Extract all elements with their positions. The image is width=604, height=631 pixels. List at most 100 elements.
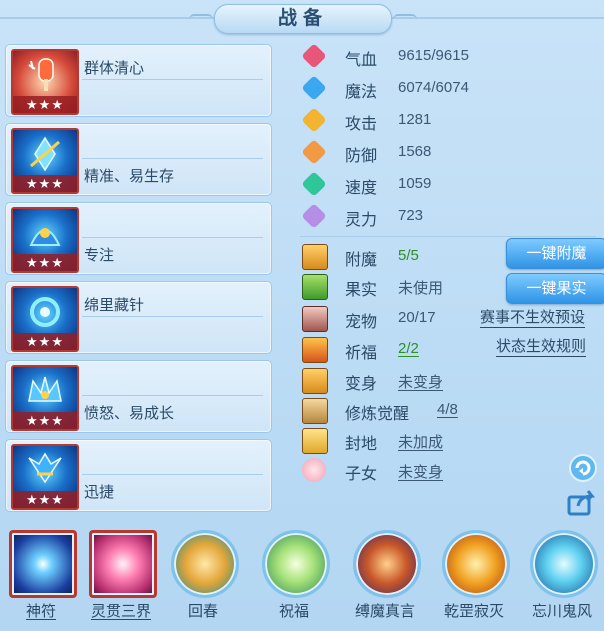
skill-label: 专注 <box>84 247 115 264</box>
card-divider <box>82 395 263 396</box>
stat-row-attack: 攻击 1281 <box>300 106 600 134</box>
skill-card-2[interactable]: ★★★ 精准、易生存 <box>5 123 272 196</box>
pet-icon <box>302 306 328 332</box>
stat-name: 灵力 <box>345 212 378 229</box>
card-divider <box>82 237 263 238</box>
extra-value: 未使用 <box>398 280 444 297</box>
droplet-icon <box>301 75 327 101</box>
annihilate-icon <box>442 530 510 598</box>
star-rating: ★★★ <box>13 254 77 271</box>
shield-icon <box>301 139 327 165</box>
stat-value: 1568 <box>398 143 432 160</box>
card-divider <box>82 474 263 475</box>
blue-helm-icon: ★★★ <box>11 207 79 273</box>
extra-row-fief: 封地 未加成 <box>300 426 600 454</box>
stat-row-defense: 防御 1568 <box>300 138 600 166</box>
buff-label: 乾罡寂灭 <box>443 603 504 620</box>
stats-divider <box>300 236 596 237</box>
buff-bless[interactable]: 祝福 <box>254 524 334 624</box>
heart-icon <box>301 43 327 69</box>
page-title: 战备 <box>277 8 328 29</box>
card-divider <box>82 316 263 317</box>
skill-card-3[interactable]: ★★★ 专注 <box>5 202 272 275</box>
buff-demon-bind[interactable]: 缚魔真言 <box>345 524 425 624</box>
stat-row-speed: 速度 1059 <box>300 170 600 198</box>
spirit-icon <box>89 530 157 598</box>
ghost-wind-icon <box>530 530 598 598</box>
card-divider <box>82 158 263 159</box>
extra-value: 5/5 <box>398 247 419 264</box>
share-icon[interactable] <box>566 488 596 518</box>
extra-row-transform: 变身 未变身 <box>300 366 600 394</box>
crystal-icon <box>301 203 327 229</box>
skill-list: ★★★ 群体清心 ★★★ 精准、易生存 ★★★ 专注 ★★★ 绵里藏针 ★★★ <box>5 44 272 518</box>
skill-label: 愤怒、易成长 <box>84 405 175 422</box>
buff-rune[interactable]: 神符 <box>1 524 81 624</box>
bless-icon <box>262 530 330 598</box>
extra-value[interactable]: 未变身 <box>398 461 443 482</box>
stat-name: 攻击 <box>345 116 378 133</box>
fruit-icon <box>302 274 328 300</box>
extra-name: 变身 <box>345 376 378 393</box>
extra-value: 20/17 <box>398 309 436 326</box>
extra-name: 修炼觉醒 <box>345 406 410 423</box>
stat-value: 1059 <box>398 175 432 192</box>
extra-value[interactable]: 4/8 <box>437 401 458 418</box>
buff-label: 神符 <box>25 603 56 620</box>
skill-card-1[interactable]: ★★★ 群体清心 <box>5 44 272 117</box>
buff-bar: 神符 灵贯三界 回春 祝福 缚魔真言 乾罡寂灭 忘川鬼风 <box>0 524 604 631</box>
sword-icon <box>301 107 327 133</box>
skill-card-6[interactable]: ★★★ 迅捷 <box>5 439 272 512</box>
stat-row-mp: 魔法 6074/6074 <box>300 74 600 102</box>
extra-name: 封地 <box>345 436 378 453</box>
blue-blade-icon: ★★★ <box>11 128 79 194</box>
stat-value: 6074/6074 <box>398 79 469 96</box>
card-divider <box>82 79 263 80</box>
extra-value[interactable]: 2/2 <box>398 340 419 357</box>
one-key-fruit-button[interactable]: 一键果实 <box>506 273 604 304</box>
extra-name: 祈福 <box>345 345 378 362</box>
buff-label: 祝福 <box>278 603 309 620</box>
buff-label: 回春 <box>187 603 218 620</box>
skill-label: 群体清心 <box>84 60 145 77</box>
star-rating: ★★★ <box>13 333 77 350</box>
extra-row-cultivation: 修炼觉醒 4/8 <box>300 396 600 424</box>
buff-spirit[interactable]: 灵贯三界 <box>81 524 161 624</box>
child-icon <box>302 458 326 482</box>
one-key-enchant-button[interactable]: 一键附魔 <box>506 238 604 269</box>
refresh-icon[interactable] <box>568 453 598 483</box>
stat-name: 防御 <box>345 148 378 165</box>
buff-label: 忘川鬼风 <box>531 603 592 620</box>
skill-card-4[interactable]: ★★★ 绵里藏针 <box>5 281 272 354</box>
extra-value[interactable]: 未加成 <box>398 431 443 452</box>
blessing-icon <box>302 337 328 363</box>
star-rating: ★★★ <box>13 491 77 508</box>
title-banner: 战备 <box>189 4 417 34</box>
extra-row-child: 子女 未变身 <box>300 456 600 484</box>
transform-icon <box>302 368 328 394</box>
buff-ghost-wind[interactable]: 忘川鬼风 <box>522 524 602 624</box>
star-rating: ★★★ <box>13 96 77 113</box>
fief-icon <box>302 428 328 454</box>
skill-label: 迅捷 <box>84 484 115 501</box>
lightning-icon <box>301 171 327 197</box>
buff-annihilate[interactable]: 乾罡寂灭 <box>434 524 514 624</box>
buff-rejuvenate[interactable]: 回春 <box>163 524 243 624</box>
blue-crown-icon: ★★★ <box>11 365 79 431</box>
stat-value: 9615/9615 <box>398 47 469 64</box>
buff-label: 灵贯三界 <box>90 603 151 620</box>
star-rating: ★★★ <box>13 175 77 192</box>
status-rules-link[interactable]: 状态生效规则 <box>496 337 587 357</box>
stat-name: 魔法 <box>345 84 378 101</box>
blue-wings-icon: ★★★ <box>11 444 79 510</box>
rune-icon <box>9 530 77 598</box>
extra-value[interactable]: 未变身 <box>398 371 443 392</box>
stat-name: 气血 <box>345 52 378 69</box>
extra-name: 附魔 <box>345 252 378 269</box>
enchant-icon <box>302 244 328 270</box>
skill-label: 绵里藏针 <box>84 297 145 314</box>
stat-name: 速度 <box>345 180 378 197</box>
skill-card-5[interactable]: ★★★ 愤怒、易成长 <box>5 360 272 433</box>
event-preset-link[interactable]: 赛事不生效预设 <box>480 308 586 328</box>
stat-value: 1281 <box>398 111 432 128</box>
